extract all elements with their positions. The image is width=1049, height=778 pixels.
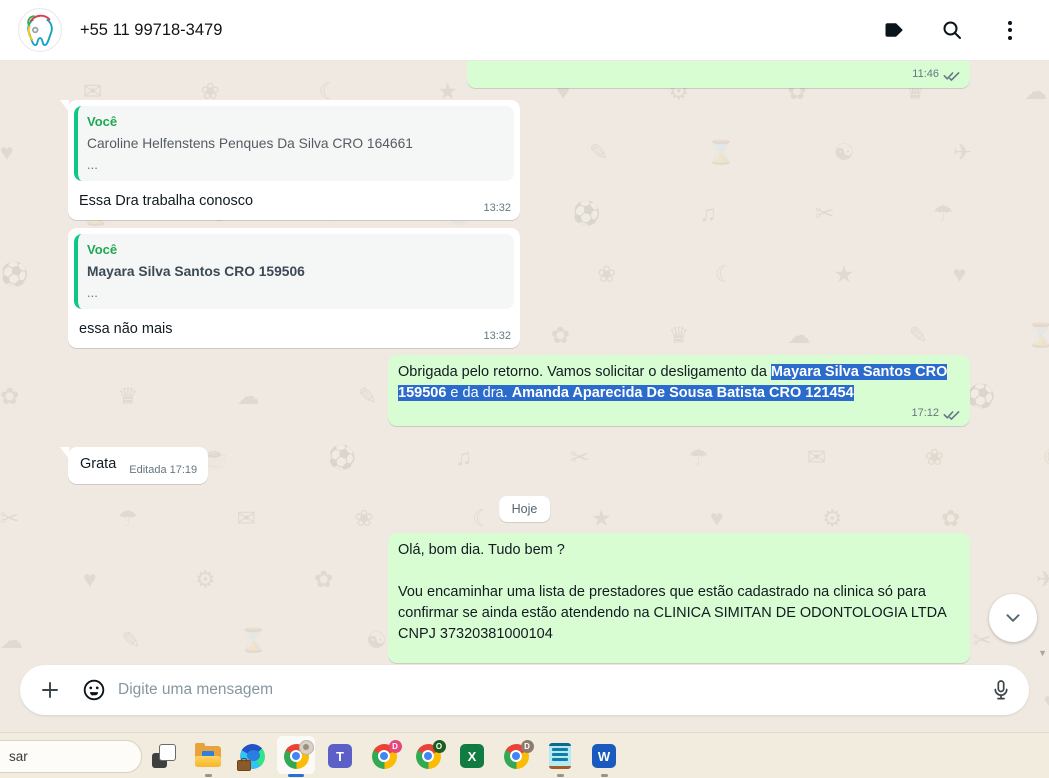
chrome-profile-o-button[interactable]: O	[406, 733, 450, 778]
quote-text: Caroline Helfenstens Penques Da Silva CR…	[87, 136, 413, 151]
excel-icon: X	[460, 744, 484, 768]
chrome-icon	[283, 739, 314, 769]
taskbar-icons: T D O X D W	[142, 733, 626, 778]
message-time: 17:19	[169, 464, 198, 476]
file-explorer-button[interactable]	[186, 733, 230, 778]
microphone-icon[interactable]	[979, 668, 1023, 712]
message-incoming-2[interactable]: Você Mayara Silva Santos CRO 159506 ... …	[68, 228, 520, 348]
quoted-message[interactable]: Você Mayara Silva Santos CRO 159506 ...	[74, 234, 514, 309]
profile-photo-badge	[298, 739, 314, 755]
label-icon[interactable]	[881, 17, 907, 43]
quote-text: Mayara Silva Santos CRO 159506	[87, 264, 305, 279]
whatsapp-window: ✈ ☕ ⚽ ♫ ✂ ☂ ✉ ❀ ☾ ★ ♥ ⚙ ✿ ♛ ☁ ✎ ☂ ✉ ❀ ☾ …	[0, 0, 1049, 778]
message-incoming-grata[interactable]: Grata Editada 17:19	[60, 447, 209, 484]
chevron-down-icon	[1006, 614, 1020, 622]
word-icon: W	[592, 744, 616, 768]
profile-badge: O	[432, 739, 446, 753]
date-chip: Hoje	[498, 496, 551, 522]
selected-text: Amanda Aparecida De Sousa Batista CRO 12…	[511, 385, 854, 401]
word-button[interactable]: W	[582, 733, 626, 778]
teams-button[interactable]: T	[318, 733, 362, 778]
message-text: essa não mais	[79, 321, 173, 337]
task-view-icon	[152, 744, 176, 768]
search-icon[interactable]	[939, 17, 965, 43]
task-view-button[interactable]	[142, 733, 186, 778]
message-time: 11:46	[912, 68, 939, 80]
taskbar-search-text: sar	[9, 749, 28, 764]
message-incoming-1[interactable]: Você Caroline Helfenstens Penques Da Sil…	[60, 100, 520, 220]
chat-header: +55 11 99718-3479	[0, 0, 1049, 61]
notepad-icon	[549, 743, 571, 769]
dental-clinic-logo	[27, 14, 53, 46]
running-indicator	[601, 774, 608, 777]
emoji-sticker-icon[interactable]	[72, 668, 116, 712]
message-time: 17:12	[911, 407, 939, 419]
chrome-icon: O	[415, 739, 446, 769]
double-check-icon	[943, 409, 960, 420]
message-outgoing-last[interactable]: Olá, bom dia. Tudo bem ? Vou encaminhar …	[388, 533, 970, 663]
message-time: 13:32	[483, 330, 511, 342]
message-paragraph: Vou encaminhar uma lista de prestadores …	[398, 584, 947, 642]
chrome-profile-d2-button[interactable]: D	[494, 733, 538, 778]
contact-name[interactable]: +55 11 99718-3479	[80, 21, 222, 40]
excel-button[interactable]: X	[450, 733, 494, 778]
kebab-menu-icon[interactable]	[997, 17, 1023, 43]
taskbar-search-box[interactable]: sar	[0, 740, 142, 773]
chrome-profile-d-button[interactable]: D	[362, 733, 406, 778]
quoted-message[interactable]: Você Caroline Helfenstens Penques Da Sil…	[74, 106, 514, 181]
chrome-icon: D	[371, 739, 402, 769]
message-input[interactable]	[116, 680, 979, 700]
active-indicator	[288, 774, 304, 777]
bubble-tail	[60, 447, 69, 459]
message-segment: Obrigada pelo retorno. Vamos solicitar o…	[398, 364, 771, 380]
quote-ellipsis: ...	[87, 285, 98, 300]
message-text: Essa Dra trabalha conosco	[79, 193, 254, 209]
chrome-active-button[interactable]	[274, 733, 318, 778]
scroll-to-bottom-button[interactable]	[989, 594, 1037, 642]
edge-button[interactable]	[230, 733, 274, 778]
running-indicator	[205, 774, 212, 777]
edge-icon	[236, 743, 265, 771]
teams-icon: T	[328, 744, 352, 768]
message-paragraph: Olá, bom dia. Tudo bem ?	[398, 542, 565, 558]
quote-ellipsis: ...	[87, 157, 98, 172]
chrome-icon: D	[503, 739, 534, 769]
scrollbar-down-arrow[interactable]: ▼	[1038, 648, 1047, 658]
edited-label: Editada	[129, 464, 167, 476]
quote-author: Você	[87, 242, 118, 257]
file-explorer-icon	[195, 742, 221, 767]
work-profile-badge	[236, 757, 251, 771]
message-text: Grata	[80, 456, 117, 472]
message-outgoing-selection[interactable]: Obrigada pelo retorno. Vamos solicitar o…	[388, 355, 970, 426]
header-actions	[881, 17, 1049, 43]
contact-avatar[interactable]	[18, 8, 62, 52]
notepad-button[interactable]	[538, 733, 582, 778]
windows-taskbar: sar T D O X D W	[0, 732, 1049, 778]
double-check-icon	[943, 70, 960, 81]
quote-author: Você	[87, 114, 118, 129]
bubble-tail	[60, 100, 69, 112]
message-time: 13:32	[483, 202, 511, 214]
profile-badge: D	[520, 739, 534, 753]
message-composer	[20, 665, 1029, 715]
attach-plus-icon[interactable]	[28, 668, 72, 712]
running-indicator	[557, 774, 564, 777]
profile-badge: D	[388, 739, 402, 753]
selected-text: e da dra.	[446, 385, 512, 401]
